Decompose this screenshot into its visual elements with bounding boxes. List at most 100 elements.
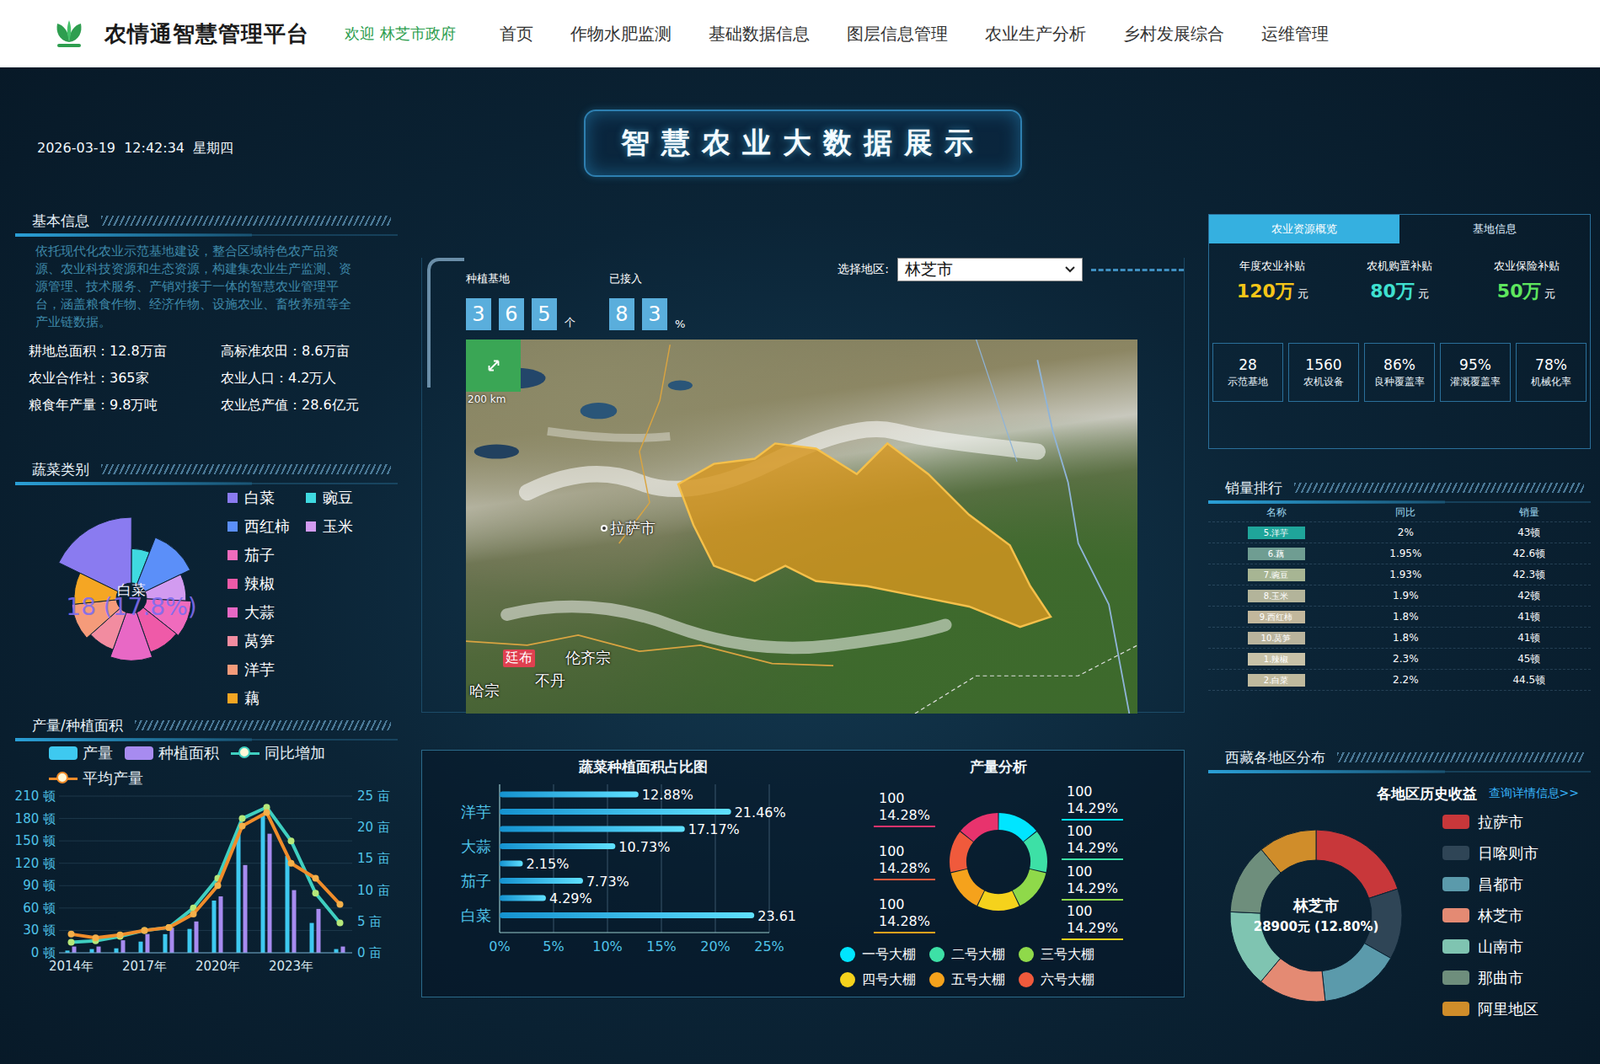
table-row[interactable]: 6.藕1.95%42.6顿 — [1208, 543, 1591, 565]
share-bar[interactable]: 21.46%洋芋 — [460, 802, 787, 821]
donut-segment[interactable] — [1261, 829, 1317, 873]
legend-item[interactable]: 四号大棚 — [840, 969, 916, 990]
legend-item[interactable]: 洋芋 — [227, 655, 385, 685]
share-bar[interactable]: 7.73%茄子 — [460, 872, 630, 890]
line-point[interactable] — [337, 920, 344, 927]
legend-item[interactable]: 藕 — [227, 684, 385, 713]
output-bar[interactable] — [163, 934, 168, 953]
output-bar[interactable] — [90, 949, 95, 953]
table-row[interactable]: 10.莴笋1.8%41顿 — [1208, 627, 1591, 649]
nav-item[interactable]: 农业生产分析 — [984, 22, 1087, 46]
area-bar[interactable] — [292, 890, 297, 953]
brand[interactable]: 农情通智慧管理平台 — [52, 16, 310, 51]
legend-item[interactable]: 种植面积 — [124, 742, 220, 765]
share-bar[interactable]: 17.17% — [499, 821, 740, 838]
area-bar[interactable] — [219, 896, 224, 953]
legend-item[interactable]: 那曲市 — [1442, 962, 1539, 994]
area-bar[interactable] — [121, 940, 126, 953]
table-row[interactable]: 9.西红柿1.8%41顿 — [1208, 606, 1591, 628]
legend-item[interactable]: 五号大棚 — [929, 969, 1006, 990]
nav-item[interactable]: 乡村发展综合 — [1123, 22, 1225, 46]
details-link[interactable]: 查询详情信息>> — [1488, 786, 1579, 802]
nav-item[interactable]: 首页 — [499, 22, 534, 46]
donut-segment[interactable] — [1012, 869, 1047, 906]
tab[interactable]: 基地信息 — [1399, 214, 1590, 244]
line-point[interactable] — [312, 874, 320, 882]
donut-segment[interactable] — [1023, 831, 1048, 873]
area-bar[interactable] — [170, 927, 175, 953]
line-point[interactable] — [288, 837, 295, 845]
share-bar[interactable]: 23.61白菜 — [460, 906, 797, 925]
legend-item[interactable]: 林芝市 — [1442, 899, 1539, 932]
line-point[interactable] — [165, 924, 173, 932]
donut-segment[interactable] — [977, 890, 1019, 911]
legend-item[interactable]: 一号大棚 — [840, 944, 916, 965]
region-dropdown[interactable]: 林芝市 — [897, 257, 1083, 282]
line-point[interactable] — [263, 808, 271, 816]
line-point[interactable] — [337, 900, 344, 908]
table-row[interactable]: 2.白菜2.2%44.5顿 — [1208, 669, 1591, 691]
map-label[interactable]: 伦齐宗 — [565, 647, 611, 669]
map-label[interactable]: 不丹 — [535, 670, 566, 691]
legend-item[interactable]: 同比增加 — [230, 742, 326, 765]
line-point[interactable] — [92, 934, 100, 942]
output-bar[interactable] — [236, 833, 241, 953]
map-label[interactable]: 哈宗 — [469, 680, 500, 702]
share-bar[interactable]: 10.73%大蒜 — [460, 837, 670, 856]
area-bar[interactable] — [145, 934, 150, 953]
nav-item[interactable]: 作物水肥监测 — [570, 22, 672, 46]
legend-item[interactable]: 二号大棚 — [929, 944, 1006, 965]
legend-item[interactable]: 辣椒 — [227, 569, 385, 599]
output-bar[interactable] — [310, 923, 315, 953]
output-bar[interactable] — [139, 941, 144, 953]
legend-item[interactable]: 玉米 — [305, 512, 385, 541]
legend-item[interactable]: 日喀则市 — [1442, 837, 1539, 869]
legend-item[interactable]: 昌都市 — [1442, 868, 1539, 900]
area-bar[interactable] — [96, 947, 102, 953]
legend-item[interactable]: 白菜 — [227, 483, 306, 513]
table-row[interactable]: 1.辣椒2.3%45顿 — [1208, 648, 1591, 670]
share-bar[interactable]: 2.15% — [499, 856, 569, 873]
output-bar[interactable] — [334, 949, 339, 953]
output-bar[interactable] — [261, 814, 266, 953]
legend-item[interactable]: 豌豆 — [305, 483, 385, 513]
area-bar[interactable] — [267, 834, 273, 953]
line-point[interactable] — [141, 926, 149, 934]
output-bar[interactable] — [212, 900, 217, 953]
area-bar[interactable] — [72, 947, 77, 953]
table-row[interactable]: 5.洋芋2%43顿 — [1208, 522, 1591, 544]
legend-item[interactable]: 大蒜 — [227, 598, 385, 627]
line-point[interactable] — [117, 931, 124, 939]
map-label[interactable]: 廷布 — [503, 649, 536, 668]
line-point[interactable] — [68, 939, 75, 947]
table-row[interactable]: 7.豌豆1.93%42.3顿 — [1208, 564, 1591, 586]
legend-item[interactable]: 西红柿 — [227, 512, 306, 541]
share-bar[interactable]: 12.88% — [499, 786, 694, 803]
tab[interactable]: 农业资源概览 — [1209, 214, 1400, 244]
legend-item[interactable]: 阿里地区 — [1442, 993, 1539, 1025]
map-label[interactable]: 拉萨市 — [600, 518, 656, 539]
donut-segment[interactable] — [1321, 942, 1392, 1001]
line-point[interactable] — [190, 910, 198, 918]
legend-item[interactable]: 平均产量 — [48, 767, 144, 790]
line-point[interactable] — [68, 931, 75, 938]
legend-item[interactable]: 六号大棚 — [1018, 969, 1095, 990]
legend-item[interactable]: 拉萨市 — [1442, 806, 1539, 838]
line-point[interactable] — [141, 926, 149, 934]
table-row[interactable]: 8.玉米1.9%42顿 — [1208, 585, 1591, 607]
line-point[interactable] — [239, 815, 247, 823]
legend-item[interactable]: 山南市 — [1442, 931, 1539, 963]
area-bar[interactable] — [341, 947, 346, 953]
output-bar[interactable] — [187, 929, 193, 953]
line-point[interactable] — [288, 860, 295, 867]
area-bar[interactable] — [243, 865, 248, 953]
donut-segment[interactable] — [951, 869, 985, 906]
line-point[interactable] — [165, 924, 173, 932]
area-bar[interactable] — [194, 921, 199, 953]
output-bar[interactable] — [114, 948, 119, 953]
legend-item[interactable]: 三号大棚 — [1018, 944, 1095, 965]
output-bar[interactable] — [285, 856, 290, 953]
line-point[interactable] — [239, 822, 247, 830]
legend-item[interactable]: 莴笋 — [227, 626, 385, 656]
donut-segment[interactable] — [960, 813, 999, 842]
